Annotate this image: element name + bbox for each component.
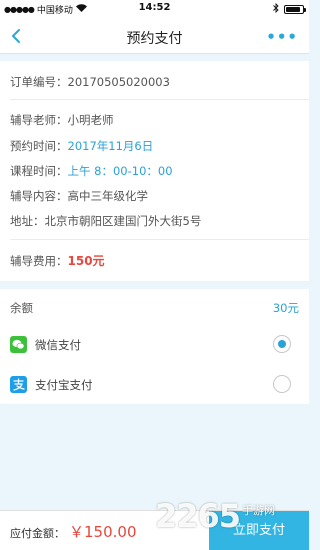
address-row: 地址：北京市朝阳区建国门外大街5号	[10, 213, 201, 229]
nav-bar: 预约支付 •••	[0, 18, 309, 54]
bottom-bar: 应付金额： ￥150.00 立即支付	[0, 510, 309, 550]
address-value: 北京市朝阳区建国门外大街5号	[44, 214, 202, 228]
fee-value: 150元	[67, 254, 105, 268]
payment-card: 余额 30元 微信支付 支付宝支付	[0, 289, 309, 404]
payment-option-label: 微信支付	[35, 338, 81, 352]
payment-option-label: 支付宝支付	[35, 378, 93, 392]
order-number-row: 订单编号：20170505020003	[10, 74, 170, 90]
page-title: 预约支付	[126, 31, 183, 47]
radio-button-wechat[interactable]	[273, 335, 291, 353]
total-value: ￥150.00	[69, 523, 137, 541]
fee-label: 辅导费用：	[10, 254, 68, 268]
bluetooth-icon	[273, 2, 279, 16]
status-time: 14:52	[138, 2, 171, 13]
pay-now-button[interactable]: 立即支付	[209, 511, 309, 550]
order-number-label: 订单编号：	[10, 75, 68, 89]
status-right	[273, 2, 306, 16]
teacher-label: 辅导老师：	[10, 113, 68, 127]
course-time-row: 课程时间：上午 8：00-10：00	[10, 163, 173, 179]
content-label: 辅导内容：	[10, 189, 68, 203]
teacher-row: 辅导老师：小明老师	[10, 112, 114, 128]
total-label: 应付金额：	[10, 527, 65, 540]
more-button[interactable]: •••	[266, 30, 298, 45]
course-time-label: 课程时间：	[10, 164, 68, 178]
order-number-value: 20170505020003	[67, 75, 170, 89]
content-row: 辅导内容：高中三年级化学	[10, 188, 148, 204]
payment-option-wechat[interactable]: 微信支付	[10, 331, 299, 359]
status-bar: ●●●●● 中国移动 14:52	[0, 0, 309, 18]
date-row: 预约时间：2017年11月6日	[10, 138, 153, 154]
radio-button-alipay[interactable]	[273, 375, 291, 393]
fee-row: 辅导费用：150元	[10, 252, 105, 269]
date-value: 2017年11月6日	[67, 139, 154, 153]
course-time-value: 上午 8：00-10：00	[67, 164, 173, 178]
balance-amount: 30元	[272, 301, 299, 315]
divider	[10, 239, 309, 240]
balance-label: 余额	[10, 301, 33, 315]
divider	[10, 99, 309, 100]
battery-fill	[286, 7, 300, 12]
payment-option-alipay[interactable]: 支付宝支付	[10, 371, 299, 399]
battery-icon	[284, 5, 306, 14]
order-details-card: 订单编号：20170505020003 辅导老师：小明老师 预约时间：2017年…	[0, 61, 309, 281]
teacher-value: 小明老师	[67, 113, 114, 127]
balance-row: 余额 30元	[10, 300, 299, 316]
alipay-icon	[10, 376, 27, 393]
address-label: 地址：	[10, 214, 45, 228]
date-label: 预约时间：	[10, 139, 68, 153]
content-value: 高中三年级化学	[67, 189, 149, 203]
wechat-pay-icon	[10, 336, 27, 353]
